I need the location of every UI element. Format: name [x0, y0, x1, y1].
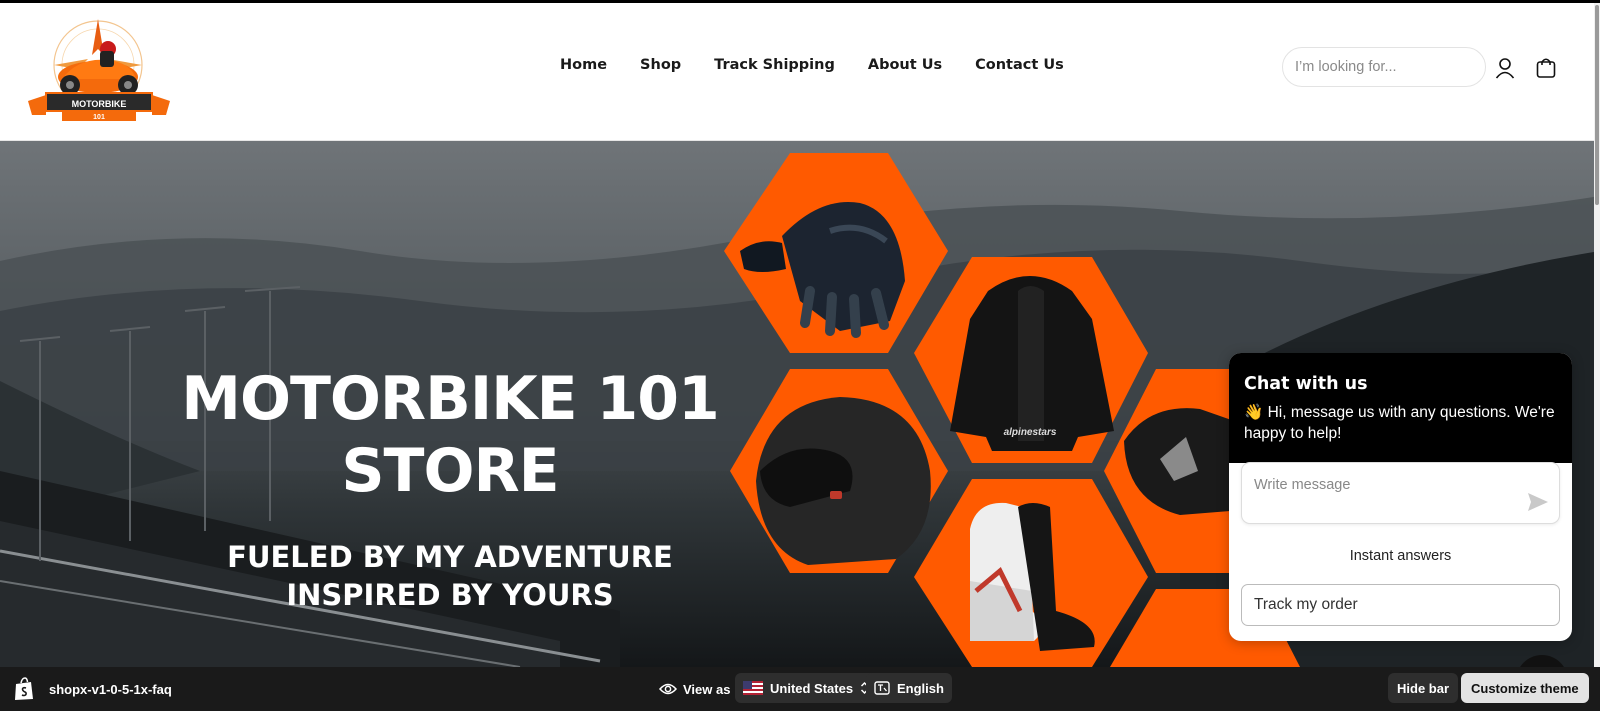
nav-home[interactable]: Home: [560, 57, 607, 73]
instant-answers-label: Instant answers: [1349, 548, 1452, 564]
nav-contact-us[interactable]: Contact Us: [975, 57, 1064, 73]
page-scrollbar-thumb[interactable]: [1595, 5, 1599, 205]
hero-title-line1: MOTORBIKE 101: [181, 364, 720, 434]
logo-wordmark: MOTORBIKE: [72, 99, 127, 109]
customize-theme-button[interactable]: Customize theme: [1461, 673, 1589, 703]
hero-subtitle-line1: FUELED BY MY ADVENTURE: [227, 540, 673, 574]
us-flag-icon: [743, 681, 763, 695]
preview-admin-bar: shopx-v1-0-5-1x-faq View as United State…: [0, 667, 1600, 711]
chat-widget: Chat with us 👋 Hi, message us with any q…: [1229, 353, 1572, 641]
view-as-label: View as: [683, 681, 731, 697]
site-header: MOTORBIKE 101 Home Shop Track Shipping A…: [0, 3, 1600, 141]
view-as-control[interactable]: View as: [655, 675, 734, 703]
hide-bar-button[interactable]: Hide bar: [1388, 673, 1459, 703]
chat-greeting: 👋 Hi, message us with any questions. We'…: [1244, 404, 1555, 442]
hero-title: MOTORBIKE 101 STORE: [150, 363, 750, 507]
country-label: United States: [770, 680, 854, 696]
chat-header: Chat with us 👋 Hi, message us with any q…: [1229, 353, 1572, 463]
track-my-order-button[interactable]: Track my order: [1241, 584, 1560, 626]
nav-track-shipping[interactable]: Track Shipping: [714, 57, 835, 73]
account-icon[interactable]: [1493, 56, 1517, 80]
nav-about-us[interactable]: About Us: [868, 57, 942, 73]
eye-icon: [659, 683, 677, 695]
store-logo[interactable]: MOTORBIKE 101: [28, 15, 170, 127]
helmet-image: [756, 397, 931, 565]
search-input[interactable]: [1282, 47, 1486, 87]
shopify-bag-icon: [15, 677, 33, 700]
hero-subtitle: FUELED BY MY ADVENTURE INSPIRED BY YOURS: [170, 538, 730, 614]
logo-number: 101: [93, 114, 105, 121]
main-nav: Home Shop Track Shipping About Us Contac…: [560, 57, 1097, 73]
chat-input-placeholder: Write message: [1254, 477, 1351, 493]
language-label: English: [897, 680, 944, 696]
store-name: shopx-v1-0-5-1x-faq: [49, 682, 172, 697]
country-selector[interactable]: United States: [735, 673, 878, 703]
jacket-brand-text: alpinestars: [1004, 427, 1057, 438]
language-selector[interactable]: English: [866, 673, 952, 703]
cart-icon[interactable]: [1534, 56, 1558, 80]
nav-shop[interactable]: Shop: [640, 57, 681, 73]
hero-subtitle-line2: INSPIRED BY YOURS: [286, 578, 614, 612]
send-icon[interactable]: [1527, 492, 1549, 512]
chat-message-input[interactable]: Write message: [1241, 462, 1560, 524]
hero-title-line2: STORE: [341, 436, 559, 506]
language-icon: [874, 681, 890, 695]
chat-title: Chat with us: [1244, 374, 1368, 394]
